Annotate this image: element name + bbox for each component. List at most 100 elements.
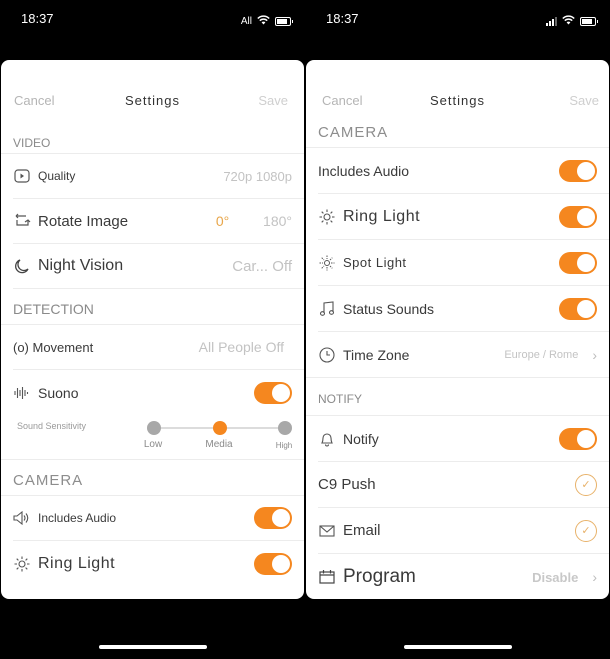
sound-toggle[interactable] [254,381,292,404]
nav-bar: Cancel Settings Save [1,60,304,120]
sensitivity-label-high: High [275,441,293,450]
row-ring-light: Ring Light [318,194,609,240]
status-icons: All [240,12,293,30]
rotate-option-180[interactable]: 180° [263,213,292,229]
notify-toggle[interactable] [559,427,597,450]
save-button[interactable]: Save [258,93,288,108]
program-label: Program [343,566,416,587]
time-zone-value: Europe / Rome [504,348,579,361]
battery-icon [580,16,598,26]
movement-label: (o) Movement [13,339,94,355]
wifi-icon [562,12,575,30]
section-header-camera: CAMERA [306,118,609,148]
left-phone: 18:37 All Cancel Settings Save VIDEO Qua… [0,0,305,659]
status-bar: 18:37 All [0,0,305,40]
nav-bar: Cancel Settings Save [306,60,609,118]
row-notify: Notify [318,416,609,462]
row-email[interactable]: Email ✓ [318,508,609,554]
row-spot-light: Spot Light [318,240,609,286]
rotate-label: Rotate Image [38,212,129,230]
spot-light-toggle[interactable] [559,251,597,274]
battery-icon [275,16,293,26]
ring-light-toggle[interactable] [254,552,292,575]
home-indicator [98,645,207,649]
program-value: Disable [532,569,579,585]
status-sounds-label: Status Sounds [343,300,435,317]
status-time: 18:37 [21,11,54,26]
row-sound-sensitivity: Sound Sensitivity Low Media High [1,415,304,460]
includes-audio-label: Includes Audio [318,162,410,179]
time-zone-label: Time Zone [343,346,410,363]
rotate-options: 0° 180° [216,213,292,229]
section-header-notify: NOTIFY [306,378,609,416]
music-note-icon [318,300,336,318]
status-bar: 18:37 [305,0,610,40]
home-indicator [403,645,512,649]
signal-icon [546,16,557,26]
sound-sensitivity-label: Sound Sensitivity [17,421,87,431]
includes-audio-toggle[interactable] [559,159,597,182]
email-check-icon[interactable]: ✓ [575,519,597,542]
envelope-icon [318,522,336,540]
sun-icon [13,555,31,573]
section-header-detection: DETECTION [1,289,304,325]
row-ring-light: Ring Light [13,541,304,586]
page-title: Settings [430,93,485,108]
movement-value[interactable]: All People Off [199,339,284,355]
row-quality[interactable]: Quality 720p 1080p [13,154,304,199]
sensitivity-option-high[interactable] [278,421,292,435]
row-includes-audio: Includes Audio [318,148,609,194]
sound-wave-icon [13,384,31,402]
quality-value[interactable]: 720p 1080p [223,169,292,184]
sensitivity-option-media[interactable] [213,421,227,435]
ring-light-label: Ring Light [38,554,116,572]
sound-label: Suono [38,384,79,401]
ring-light-toggle[interactable] [559,205,597,228]
includes-audio-label: Includes Audio [38,511,117,525]
row-time-zone[interactable]: Time Zone Europe / Rome › [306,332,609,378]
row-status-sounds: Status Sounds [318,286,609,332]
c9-push-label: C9 Push [318,476,376,493]
speaker-icon [13,509,31,527]
carrier-label: All [240,15,252,27]
night-vision-label: Night Vision [38,257,124,274]
calendar-icon [318,568,336,586]
settings-sheet: Cancel Settings Save CAMERA Includes Aud… [306,60,609,599]
notify-label: Notify [343,430,379,447]
clock-icon [318,346,336,364]
email-label: Email [343,522,381,539]
save-button[interactable]: Save [569,93,599,108]
right-phone: 18:37 Cancel Settings Save CAMERA Includ… [305,0,610,659]
settings-sheet: Cancel Settings Save VIDEO Quality 720p … [1,60,304,599]
night-vision-value[interactable]: Car... Off [232,258,292,275]
row-c9-push[interactable]: C9 Push ✓ [318,462,609,508]
spotlight-icon [318,254,336,272]
status-icons [546,12,598,30]
includes-audio-toggle[interactable] [254,507,292,529]
row-program[interactable]: Program Disable › [318,554,609,599]
sensitivity-option-low[interactable] [147,421,161,435]
quality-label: Quality [38,169,76,183]
status-time: 18:37 [326,11,359,26]
sensitivity-label-low: Low [143,439,163,450]
row-rotate-image[interactable]: Rotate Image 0° 180° [13,199,304,244]
sensitivity-label-media: Media [205,439,233,450]
rotate-icon [13,212,31,230]
c9-push-check-icon[interactable]: ✓ [575,473,597,496]
video-play-icon [13,167,31,185]
row-sound: Suono [13,370,304,415]
row-movement[interactable]: (o) Movement All People Off [13,325,304,370]
row-night-vision[interactable]: Night Vision Car... Off [13,244,304,289]
chevron-right-icon: › [592,569,597,585]
bell-icon [318,430,336,448]
chevron-right-icon: › [592,346,597,363]
ring-light-label: Ring Light [343,207,421,225]
section-header-camera: CAMERA [1,460,304,496]
status-sounds-toggle[interactable] [559,297,597,320]
rotate-option-0[interactable]: 0° [216,213,229,229]
moon-icon [13,257,31,275]
spot-light-label: Spot Light [343,255,407,270]
sun-icon [318,208,336,226]
wifi-icon [257,12,270,30]
row-includes-audio: Includes Audio [13,496,304,541]
